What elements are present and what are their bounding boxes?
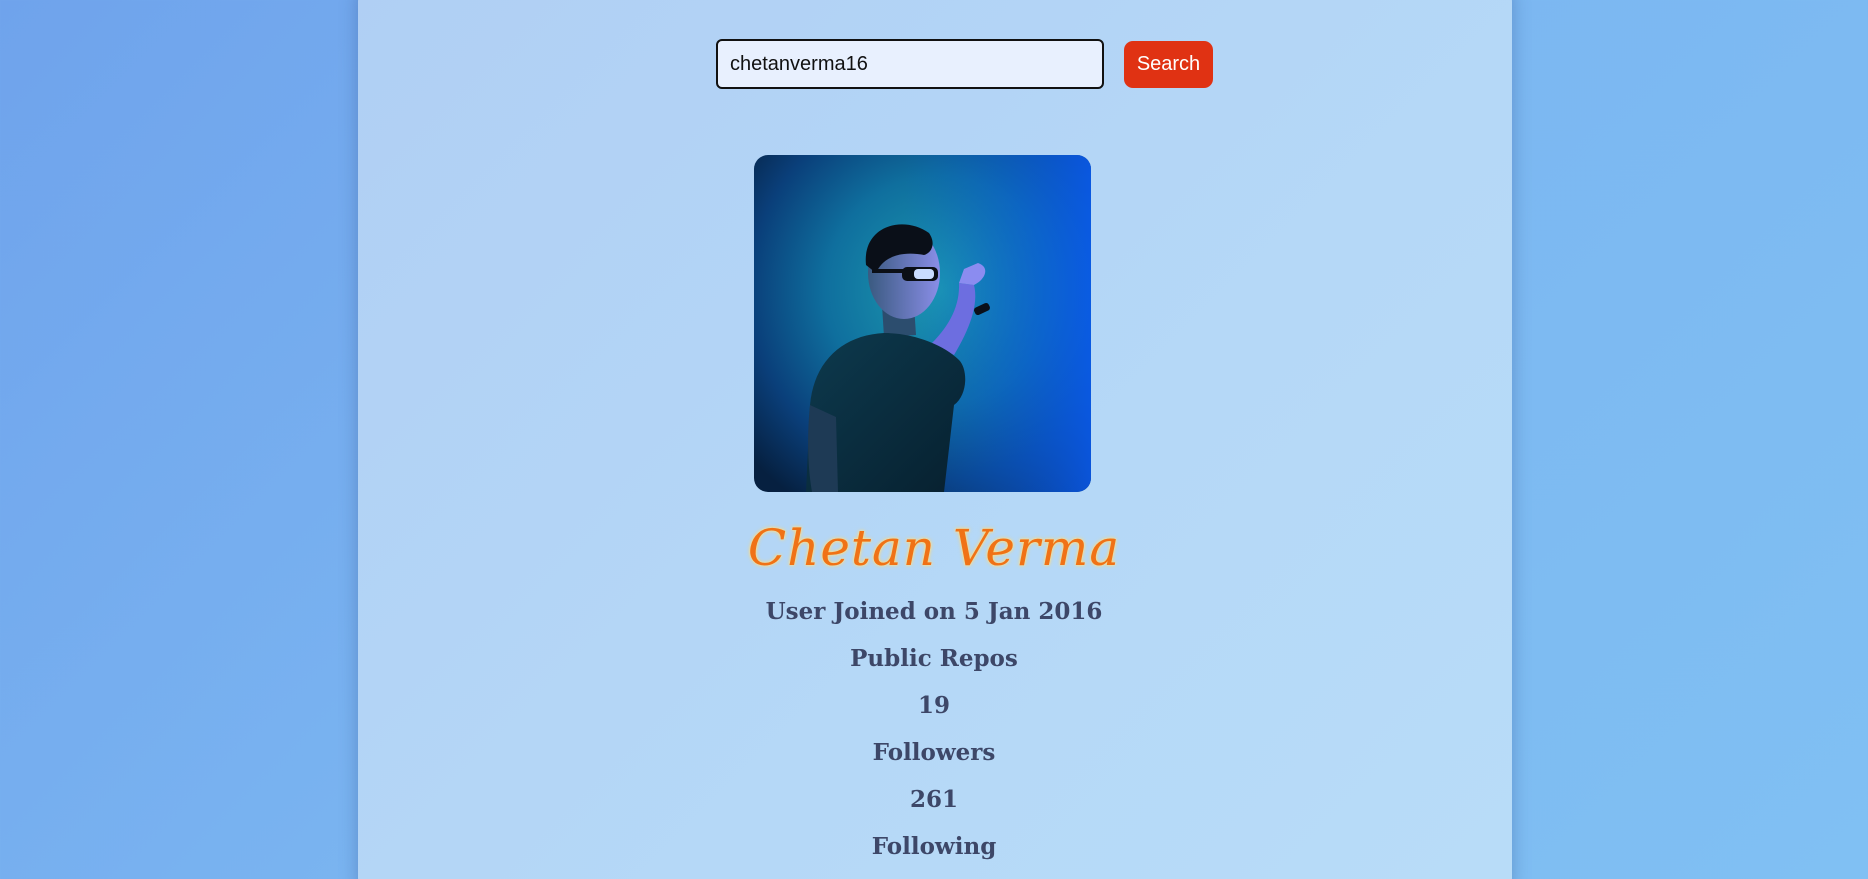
following-label: Following (871, 833, 997, 860)
search-button[interactable]: Search (1124, 41, 1213, 88)
search-input[interactable] (716, 39, 1104, 89)
joined-date: User Joined on 5 Jan 2016 (765, 598, 1103, 625)
avatar (754, 155, 1091, 492)
public-repos-count: 19 (917, 692, 950, 719)
user-name: Chetan Verma (747, 519, 1121, 577)
followers-count: 261 (909, 786, 958, 813)
user-photo-icon (754, 155, 1091, 492)
public-repos-label: Public Repos (850, 645, 1018, 672)
search-bar: Search (0, 39, 1868, 89)
followers-label: Followers (872, 739, 996, 766)
